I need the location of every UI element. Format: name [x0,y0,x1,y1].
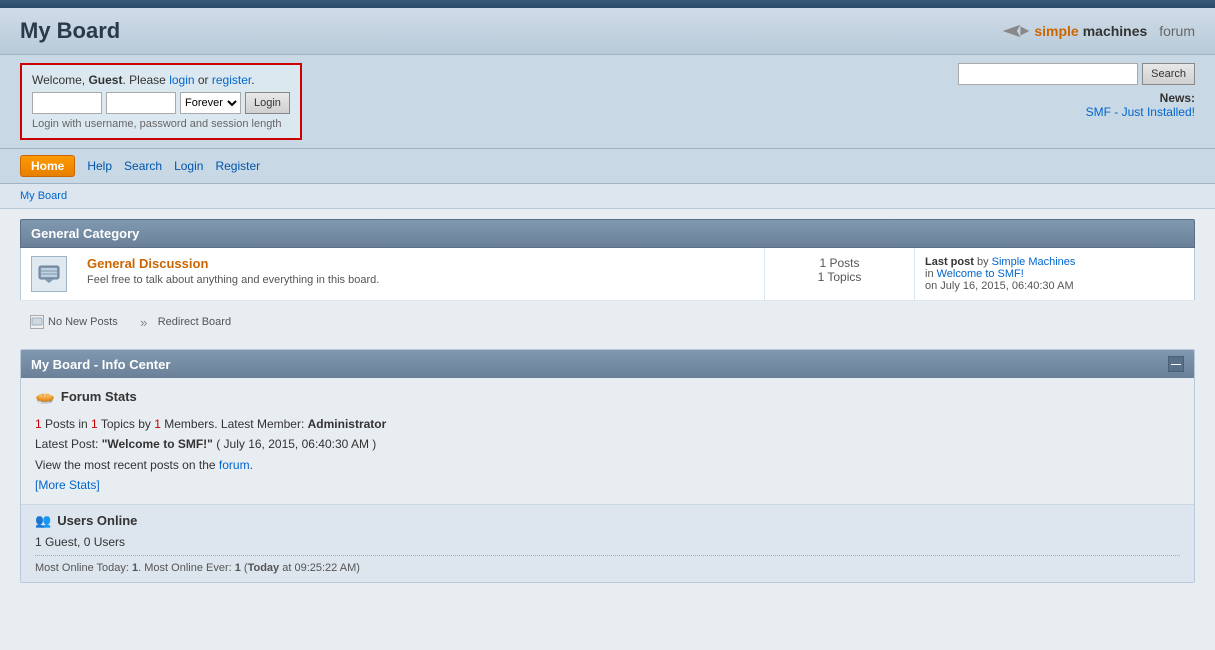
forum-stats-body: 1 Posts in 1 Topics by 1 Members. Latest… [35,414,1180,496]
duration-select[interactable]: Forever 1 Hour 2 Hours 1 Day 1 Week [180,92,241,114]
login-button[interactable]: Login [245,92,290,114]
board-description: Feel free to talk about anything and eve… [87,274,754,286]
breadcrumb: My Board [0,184,1215,209]
board-stats-cell: 1 Posts 1 Topics [765,248,915,301]
no-new-posts-icon [30,315,44,329]
legend-no-new-posts: No New Posts [30,315,118,329]
smf-machines: machines [1083,23,1148,39]
username-input[interactable] [32,92,102,114]
breadcrumb-link[interactable]: My Board [20,190,67,202]
nav-home[interactable]: Home [20,155,75,177]
more-stats-link[interactable]: [More Stats] [35,478,100,492]
search-input[interactable] [958,63,1138,85]
login-link[interactable]: login [169,73,194,87]
search-row: Search [958,63,1195,85]
nav-help[interactable]: Help [87,159,112,173]
latest-member: Administrator [308,417,387,431]
welcome-prefix: Welcome, [32,73,88,87]
ever-date: Today [248,562,280,574]
board-info-cell: General Discussion Feel free to talk abo… [77,248,765,301]
legend-redirect-board: » Redirect Board [134,315,231,329]
news-area: News: SMF - Just Installed! [1086,91,1195,119]
topics-count: 1 Topics [775,270,904,284]
main-content: General Category [0,209,1215,593]
lastpost-author[interactable]: Simple Machines [992,256,1076,268]
smf-logo: simple machines forum [1002,23,1195,39]
forum-icon [37,262,61,286]
users-online-title: 👥 Users Online [35,513,1180,529]
guest-label: Guest [88,73,122,87]
posts-count: 1 Posts [775,256,904,270]
nav-search[interactable]: Search [124,159,162,173]
info-center-body: 🥧 Forum Stats 1 Posts in 1 Topics by 1 M… [21,378,1194,582]
smf-simple: simple [1034,23,1078,39]
info-center-title: My Board - Info Center [31,357,170,372]
board-name-link[interactable]: General Discussion [87,256,208,271]
welcome-text: Welcome, Guest. Please login or register… [32,73,290,87]
table-row: General Discussion Feel free to talk abo… [21,248,1195,301]
lastpost-topic[interactable]: Welcome to SMF! [937,268,1024,280]
info-center-header: My Board - Info Center — [21,350,1194,378]
posts-stat: 1 [35,417,42,431]
forum-link[interactable]: forum [219,458,250,472]
users-count: 1 Guest, 0 Users [35,535,1180,549]
users-online-body: 1 Guest, 0 Users Most Online Today: 1. M… [35,535,1180,574]
divider [35,555,1180,556]
header: My Board simple machines forum [0,8,1215,55]
forum-stats-section: 🥧 Forum Stats 1 Posts in 1 Topics by 1 M… [21,378,1194,505]
top-bar [0,0,1215,8]
smf-forum: forum [1159,23,1195,39]
board-icon-cell [21,248,78,301]
login-search-bar: Welcome, Guest. Please login or register… [0,55,1215,149]
latest-post-link[interactable]: "Welcome to SMF!" [102,437,213,451]
members-stat: 1 [154,417,161,431]
legend-bar: No New Posts » Redirect Board [20,311,1195,339]
collapse-button[interactable]: — [1168,356,1184,372]
category-header: General Category [20,219,1195,248]
users-online-label: Users Online [57,513,137,528]
nav-register[interactable]: Register [215,159,260,173]
today-count: 1 [132,562,138,574]
info-center: My Board - Info Center — 🥧 Forum Stats 1… [20,349,1195,583]
users-online-icon: 👥 [35,513,51,529]
forum-stats-title: 🥧 Forum Stats [35,386,1180,406]
search-button[interactable]: Search [1142,63,1195,85]
search-area: Search News: SMF - Just Installed! [958,63,1195,119]
topics-stat: 1 [91,417,98,431]
no-new-posts-label: No New Posts [48,316,118,328]
or-text: or [195,73,212,87]
lastpost-label: Last post [925,256,974,268]
users-online-section: 👥 Users Online 1 Guest, 0 Users Most Onl… [21,505,1194,582]
nav-bar: Home Help Search Login Register [0,149,1215,184]
news-text: SMF - Just Installed! [1086,105,1195,119]
redirect-board-label: Redirect Board [158,316,231,328]
smf-logo-icon [1002,23,1030,39]
forum-stats-icon: 🥧 [35,386,55,406]
welcome-suffix: . Please [122,73,169,87]
board-table: General Discussion Feel free to talk abo… [20,248,1195,301]
board-lastpost-cell: Last post by Simple Machines in Welcome … [915,248,1195,301]
nav-login[interactable]: Login [174,159,203,173]
register-link[interactable]: register [212,73,251,87]
login-fields: Forever 1 Hour 2 Hours 1 Day 1 Week Logi… [32,92,290,114]
board-icon [31,256,67,292]
forum-stats-label: Forum Stats [61,389,137,404]
login-hint: Login with username, password and sessio… [32,118,290,130]
board-title: My Board [20,18,120,44]
online-stats: Most Online Today: 1. Most Online Ever: … [35,562,1180,574]
password-input[interactable] [106,92,176,114]
ever-count: 1 [235,562,241,574]
general-category: General Category [20,219,1195,339]
news-label: News: [1160,91,1195,105]
redirect-board-icon: » [134,315,154,329]
period: . [251,73,254,87]
login-box: Welcome, Guest. Please login or register… [20,63,302,140]
